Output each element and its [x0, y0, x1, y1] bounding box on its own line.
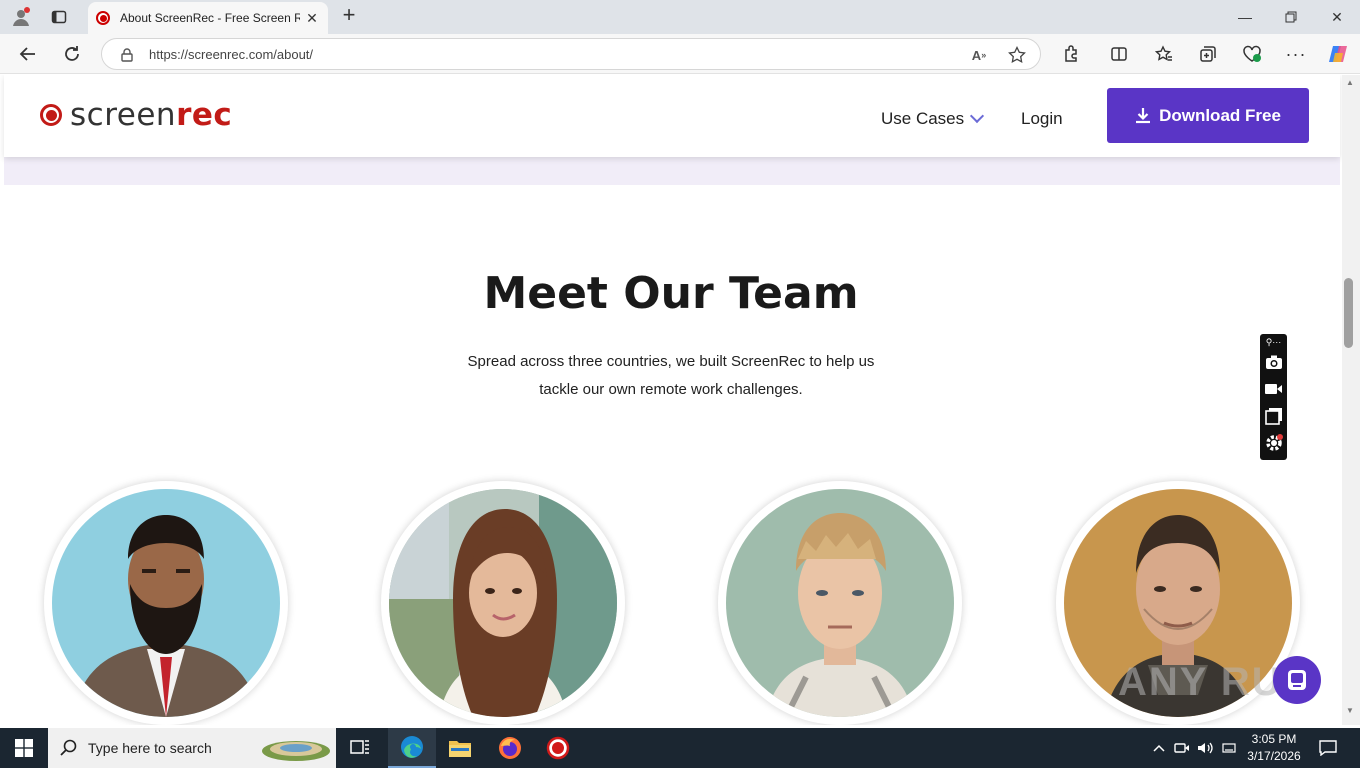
video-record-icon[interactable]	[1264, 379, 1283, 398]
toolbar-more-icon[interactable]: ⚲···	[1264, 335, 1283, 349]
scrollbar-thumb[interactable]	[1344, 278, 1353, 348]
download-icon	[1136, 108, 1151, 124]
search-highlight-image-icon	[262, 741, 330, 761]
bearded-man-portrait	[52, 489, 280, 717]
header-accent-strip	[4, 157, 1340, 185]
notification-center-icon[interactable]	[1316, 728, 1340, 768]
screenshot-camera-icon[interactable]	[1264, 352, 1283, 371]
page-scrollbar[interactable]	[1342, 75, 1360, 725]
settings-more-icon[interactable]: ···	[1284, 42, 1308, 66]
recorder-settings-gear-icon[interactable]	[1264, 433, 1283, 452]
active-tab[interactable]: About ScreenRec - Free Screen Re ✕	[88, 2, 328, 34]
browser-tab-bar: About ScreenRec - Free Screen Re ✕ + — ✕	[0, 0, 1360, 34]
browser-essentials-icon[interactable]	[1240, 42, 1264, 66]
close-tab-icon[interactable]: ✕	[304, 10, 320, 27]
young-man-portrait	[726, 489, 954, 717]
scroll-down-icon[interactable]: ▼	[1343, 706, 1357, 718]
nav-use-cases[interactable]: Use Cases	[881, 108, 985, 129]
system-clock[interactable]: 3:05 PM 3/17/2026	[1236, 731, 1312, 765]
site-info-lock-icon[interactable]	[118, 46, 136, 64]
search-icon	[60, 739, 77, 756]
show-hidden-icons-chevron-up-icon[interactable]	[1150, 728, 1168, 768]
volume-icon[interactable]	[1196, 728, 1216, 768]
browser-toolbar: https://screenrec.com/about/ A» ···	[0, 34, 1360, 74]
woman-portrait	[389, 489, 617, 717]
chevron-down-icon	[970, 108, 985, 124]
url-text[interactable]: https://screenrec.com/about/	[149, 47, 313, 62]
clock-date: 3/17/2026	[1247, 749, 1301, 763]
close-window-icon[interactable]: ✕	[1322, 6, 1352, 28]
logo-text-screen: screen	[70, 97, 177, 133]
tab-actions-icon[interactable]	[48, 6, 70, 28]
download-free-button[interactable]: Download Free	[1107, 88, 1309, 143]
profile-icon[interactable]	[10, 6, 32, 28]
tab-title: About ScreenRec - Free Screen Re	[120, 11, 300, 25]
screenrec-logo[interactable]: screen rec	[40, 97, 232, 133]
team-member-avatar	[381, 481, 625, 725]
recorder-floating-toolbar: ⚲···	[1260, 334, 1287, 460]
chat-icon	[1288, 670, 1306, 690]
logo-text-rec: rec	[176, 97, 233, 133]
favorites-icon[interactable]	[1152, 42, 1176, 66]
screenrec-favicon-icon	[96, 11, 110, 25]
gallery-icon[interactable]	[1264, 406, 1283, 425]
new-tab-button[interactable]: +	[338, 4, 360, 27]
clock-time: 3:05 PM	[1251, 732, 1297, 746]
team-member-avatar	[44, 481, 288, 725]
windows-start-icon[interactable]	[0, 728, 48, 768]
site-header: screen rec Use Cases Login Download Free	[4, 75, 1340, 157]
address-bar[interactable]: https://screenrec.com/about/ A»	[101, 38, 1041, 70]
taskbar-search-box[interactable]: Type here to search	[48, 728, 336, 768]
scroll-up-icon[interactable]: ▲	[1343, 78, 1357, 90]
copilot-icon[interactable]	[1326, 42, 1350, 66]
team-subtitle: Spread across three countries, we built …	[421, 348, 921, 404]
taskbar-search-placeholder: Type here to search	[88, 740, 212, 756]
record-dot-icon	[40, 104, 62, 126]
read-aloud-icon[interactable]: A»	[970, 46, 988, 64]
favorite-star-icon[interactable]	[1008, 46, 1026, 64]
task-view-icon[interactable]	[336, 728, 384, 768]
split-screen-icon[interactable]	[1107, 42, 1131, 66]
download-free-label: Download Free	[1159, 105, 1281, 125]
team-subtitle-line-1: Spread across three countries, we built …	[467, 353, 875, 370]
windows-taskbar: Type here to search 3:05 PM 3/17/2026	[0, 728, 1360, 768]
nav-use-cases-label: Use Cases	[881, 109, 965, 128]
team-member-avatar	[718, 481, 962, 725]
team-subtitle-line-2: tackle our own remote work challenges.	[539, 381, 803, 398]
file-explorer-taskbar-icon[interactable]	[436, 728, 484, 768]
collections-icon[interactable]	[1196, 42, 1220, 66]
extensions-icon[interactable]	[1059, 42, 1083, 66]
screenrec-taskbar-icon[interactable]	[534, 728, 582, 768]
back-icon[interactable]	[16, 42, 40, 66]
minimize-icon[interactable]: —	[1230, 6, 1260, 28]
chat-widget-button[interactable]	[1273, 656, 1321, 704]
team-heading: Meet Our Team	[483, 268, 859, 319]
nav-login-link[interactable]: Login	[1021, 109, 1063, 129]
edge-browser-taskbar-icon[interactable]	[388, 728, 436, 768]
refresh-icon[interactable]	[60, 42, 84, 66]
restore-icon[interactable]	[1276, 6, 1306, 28]
firefox-taskbar-icon[interactable]	[486, 728, 534, 768]
meet-now-icon[interactable]	[1172, 728, 1192, 768]
web-page: screen rec Use Cases Login Download Free …	[0, 75, 1342, 725]
